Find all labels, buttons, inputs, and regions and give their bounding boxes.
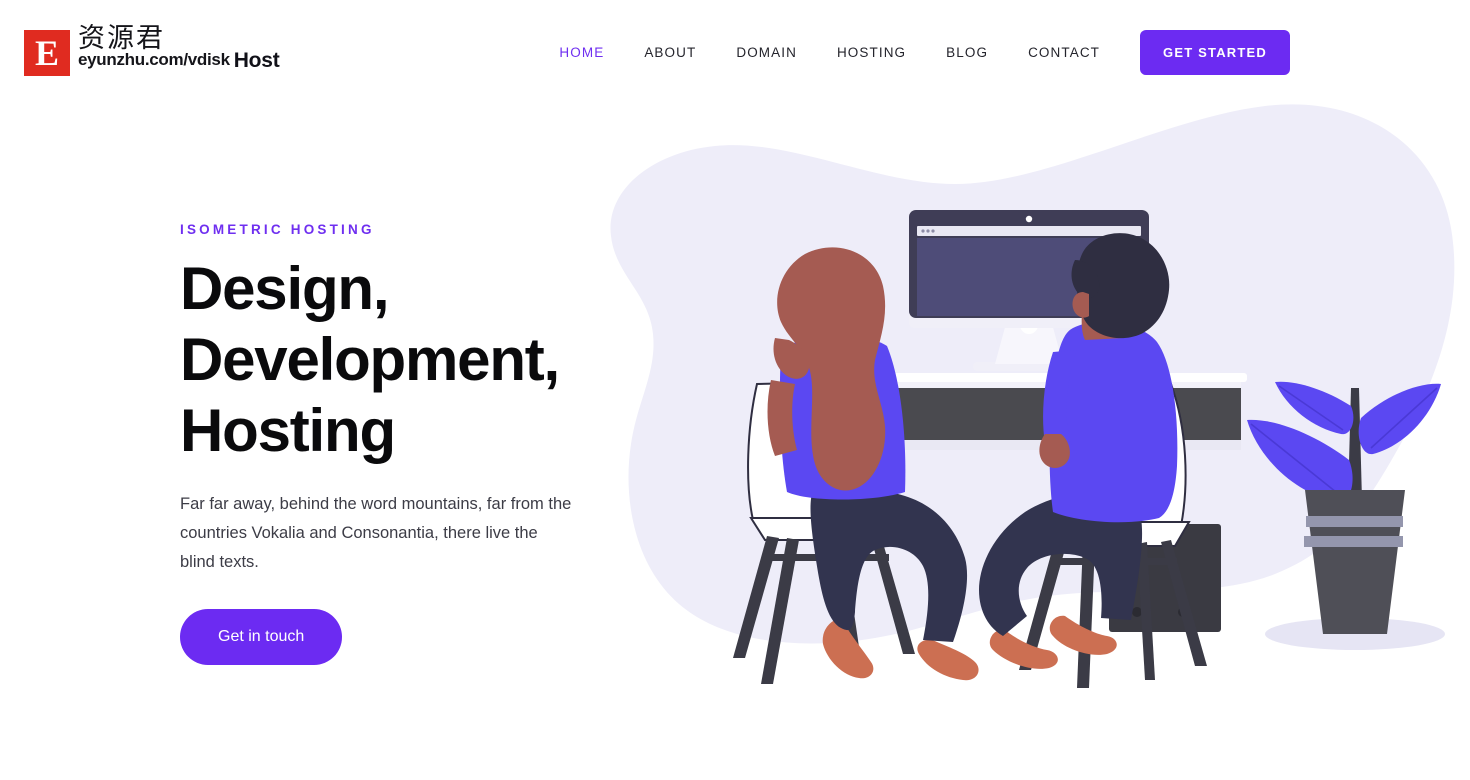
watermark-url: eyunzhu.com/vdisk <box>78 50 230 69</box>
watermark-logo-icon: E <box>24 30 70 76</box>
site-brand-label: Host <box>233 49 280 72</box>
monitor-window-dot-2 <box>926 229 930 233</box>
hero-paragraph: Far far away, behind the word mountains,… <box>180 495 572 571</box>
hero-title-line-3: Hosting <box>180 397 396 464</box>
plant-pot <box>1305 490 1405 634</box>
nav-item-hosting[interactable]: HOSTING <box>817 35 926 70</box>
hero-title: Design, Development, Hosting <box>180 253 600 466</box>
monitor-titlebar <box>917 226 1141 236</box>
brand-zone: E 资源君 eyunzhu.com/vdisk Host <box>24 14 280 76</box>
hero-title-line-2: Development, <box>180 326 560 393</box>
nav-item-domain[interactable]: DOMAIN <box>716 35 817 70</box>
hero-illustration <box>575 88 1470 698</box>
hero-eyebrow: ISOMETRIC HOSTING <box>180 222 375 237</box>
nav-item-about[interactable]: ABOUT <box>624 35 716 70</box>
tower-port-dot-1 <box>1132 607 1142 617</box>
man-hand <box>1039 434 1070 468</box>
hero-title-line-1: Design, <box>180 255 390 322</box>
monitor-camera-icon <box>1025 215 1033 223</box>
monitor-window-dot-3 <box>931 229 935 233</box>
watermark-logo-letter: E <box>34 33 59 73</box>
watermark-text: 资源君 eyunzhu.com/vdisk <box>78 24 230 69</box>
nav-item-blog[interactable]: BLOG <box>926 35 1008 70</box>
nav-item-contact[interactable]: CONTACT <box>1008 35 1120 70</box>
plant-pot-stripe-2 <box>1304 536 1403 547</box>
get-in-touch-button[interactable]: Get in touch <box>180 609 343 665</box>
nav-item-home[interactable]: HOME <box>539 35 624 70</box>
workspace-illustration-svg <box>610 104 1455 688</box>
plant-pot-stripe-1 <box>1306 516 1403 527</box>
landing-page: E 资源君 eyunzhu.com/vdisk Host HOME ABOUT … <box>0 0 1470 780</box>
woman-shoe-right <box>917 639 979 681</box>
get-started-button[interactable]: GET STARTED <box>1140 30 1290 75</box>
hero-copy: ISOMETRIC HOSTING Design, Development, H… <box>180 222 600 665</box>
eyunzhu-watermark: E 资源君 eyunzhu.com/vdisk <box>24 24 230 76</box>
monitor-window-dot-1 <box>921 229 925 233</box>
man-shoe-left <box>989 629 1058 669</box>
